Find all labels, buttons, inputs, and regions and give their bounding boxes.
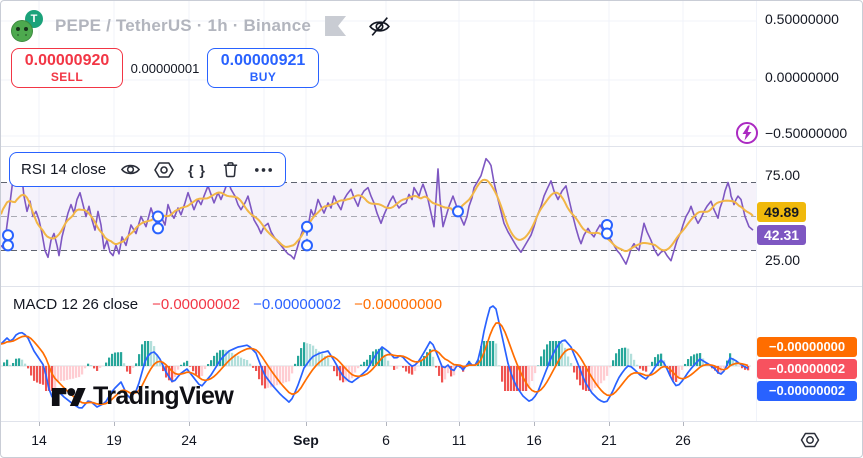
tradingview-logo-icon [51,385,87,409]
time-axis-tick [534,422,535,426]
symbol-logo: T [11,10,43,42]
visibility-eye-icon[interactable] [120,159,141,180]
spread-value: 0.00000001 [125,48,205,88]
price-axis-label: 0.50000000 [765,11,861,27]
source-code-icon[interactable]: { } [187,159,207,180]
pepe-coin-icon [11,20,33,42]
macd-line-value: −0.00000002 [253,296,341,313]
buy-button[interactable]: 0.00000921 BUY [207,48,319,88]
pane-separator[interactable] [1,286,862,287]
settings-icon[interactable] [154,159,174,180]
time-axis-label: 19 [106,432,122,448]
macd-legend[interactable]: MACD 12 26 close −0.00000002 −0.00000002… [13,296,455,313]
time-axis-tick [114,422,115,426]
macd-signal-badge: −0.00000000 [757,337,857,357]
sell-price: 0.00000920 [25,52,110,70]
time-axis-tick [189,422,190,426]
sell-label: SELL [51,70,83,84]
flag-icon[interactable] [325,16,346,36]
rsi-axis-upper: 75.00 [765,167,861,183]
time-axis-tick [39,422,40,426]
buy-price: 0.00000921 [221,52,306,70]
rsi-value-badge: 42.31 [757,225,806,245]
price-axis-label: −0.50000000 [765,125,861,141]
tradingview-chart-widget: T PEPE / TetherUS · 1h · Binance 0.00000… [0,0,863,458]
hide-eye-icon[interactable] [366,13,392,39]
rsi-legend[interactable]: RSI 14 close { } [9,152,286,187]
macd-line-badge: −0.00000002 [757,381,857,401]
symbol-header: T PEPE / TetherUS · 1h · Binance [11,9,392,43]
time-axis-tick [386,422,387,426]
symbol-title[interactable]: PEPE / TetherUS · 1h · Binance [55,16,311,36]
time-axis[interactable]: 14 19 24 Sep 6 11 16 21 26 [1,422,757,458]
time-axis-label: 21 [601,432,617,448]
pane-separator[interactable] [1,146,862,147]
macd-legend-title: MACD 12 26 close [13,296,138,313]
time-axis-tick [683,422,684,426]
time-axis-label: 11 [452,432,467,448]
time-axis-tick [609,422,610,426]
price-axis-label: 0.00000000 [765,69,861,85]
time-axis-label: 14 [31,432,47,448]
rsi-ma-badge: 49.89 [757,202,806,222]
time-axis-label: 16 [526,432,542,448]
lightning-icon[interactable] [735,121,759,145]
time-axis-tick [306,422,307,426]
time-axis-label: 6 [382,432,390,448]
watermark-text: TradingView [93,382,233,411]
time-axis-tick [459,422,460,426]
time-axis-label: Sep [293,432,319,448]
buy-label: BUY [250,70,277,84]
macd-hist-badge: −0.00000002 [757,359,857,379]
time-axis-settings-icon[interactable] [799,429,821,451]
macd-hist-value: −0.00000002 [152,296,240,313]
delete-icon[interactable] [220,159,240,180]
sell-button[interactable]: 0.00000920 SELL [11,48,123,88]
time-axis-label: 24 [181,432,197,448]
rsi-axis-lower: 25.00 [765,252,861,268]
rsi-legend-title: RSI 14 close [21,161,106,178]
time-axis-label: 26 [675,432,691,448]
tradingview-watermark[interactable]: TradingView [51,382,233,411]
macd-signal-value: −0.00000000 [354,296,442,313]
more-options-icon[interactable] [253,159,274,180]
